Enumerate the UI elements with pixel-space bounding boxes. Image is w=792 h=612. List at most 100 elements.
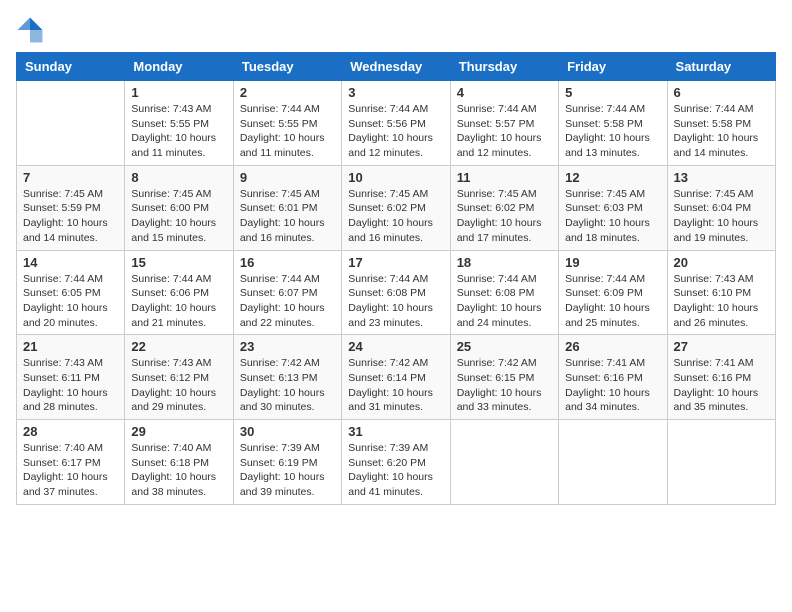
weekday-header: Wednesday xyxy=(342,53,450,81)
calendar-cell: 15 Sunrise: 7:44 AMSunset: 6:06 PMDayligh… xyxy=(125,250,233,335)
day-info: Sunrise: 7:44 AMSunset: 5:58 PMDaylight:… xyxy=(674,102,769,161)
calendar-cell: 29 Sunrise: 7:40 AMSunset: 6:18 PMDayligh… xyxy=(125,420,233,505)
day-info: Sunrise: 7:45 AMSunset: 6:04 PMDaylight:… xyxy=(674,187,769,246)
day-number: 10 xyxy=(348,170,443,185)
calendar-week-row: 1 Sunrise: 7:43 AMSunset: 5:55 PMDaylight… xyxy=(17,81,776,166)
calendar-cell: 18Sunrise: 7:44 AMSunset: 6:08 PMDayligh… xyxy=(450,250,558,335)
calendar-cell: 8 Sunrise: 7:45 AMSunset: 6:00 PMDaylight… xyxy=(125,165,233,250)
day-number: 3 xyxy=(348,85,443,100)
day-info: Sunrise: 7:44 AMSunset: 6:06 PMDaylight:… xyxy=(131,272,226,331)
calendar-week-row: 14 Sunrise: 7:44 AMSunset: 6:05 PMDayligh… xyxy=(17,250,776,335)
day-info: Sunrise: 7:44 AMSunset: 6:05 PMDaylight:… xyxy=(23,272,118,331)
day-info: Sunrise: 7:45 AMSunset: 6:03 PMDaylight:… xyxy=(565,187,660,246)
calendar-cell: 16Sunrise: 7:44 AMSunset: 6:07 PMDayligh… xyxy=(233,250,341,335)
day-number: 18 xyxy=(457,255,552,270)
day-number: 12 xyxy=(565,170,660,185)
calendar-cell: 28Sunrise: 7:40 AMSunset: 6:17 PMDayligh… xyxy=(17,420,125,505)
calendar-cell: 1 Sunrise: 7:43 AMSunset: 5:55 PMDaylight… xyxy=(125,81,233,166)
day-number: 8 xyxy=(131,170,226,185)
day-info: Sunrise: 7:44 AMSunset: 5:55 PMDaylight:… xyxy=(240,102,335,161)
calendar-cell: 6 Sunrise: 7:44 AMSunset: 5:58 PMDaylight… xyxy=(667,81,775,166)
day-number: 27 xyxy=(674,339,769,354)
day-info: Sunrise: 7:44 AMSunset: 5:56 PMDaylight:… xyxy=(348,102,443,161)
day-info: Sunrise: 7:44 AMSunset: 5:57 PMDaylight:… xyxy=(457,102,552,161)
weekday-header: Monday xyxy=(125,53,233,81)
day-number: 19 xyxy=(565,255,660,270)
day-number: 21 xyxy=(23,339,118,354)
day-info: Sunrise: 7:45 AMSunset: 5:59 PMDaylight:… xyxy=(23,187,118,246)
day-info: Sunrise: 7:40 AMSunset: 6:17 PMDaylight:… xyxy=(23,441,118,500)
day-number: 11 xyxy=(457,170,552,185)
calendar-cell: 22Sunrise: 7:43 AMSunset: 6:12 PMDayligh… xyxy=(125,335,233,420)
weekday-header: Saturday xyxy=(667,53,775,81)
day-number: 1 xyxy=(131,85,226,100)
calendar-week-row: 28Sunrise: 7:40 AMSunset: 6:17 PMDayligh… xyxy=(17,420,776,505)
weekday-header: Friday xyxy=(559,53,667,81)
day-number: 7 xyxy=(23,170,118,185)
day-number: 25 xyxy=(457,339,552,354)
day-number: 23 xyxy=(240,339,335,354)
day-number: 6 xyxy=(674,85,769,100)
calendar-cell: 21 Sunrise: 7:43 AMSunset: 6:11 PMDayligh… xyxy=(17,335,125,420)
day-number: 5 xyxy=(565,85,660,100)
day-info: Sunrise: 7:39 AMSunset: 6:19 PMDaylight:… xyxy=(240,441,335,500)
calendar-cell: 12 Sunrise: 7:45 AMSunset: 6:03 PMDayligh… xyxy=(559,165,667,250)
day-info: Sunrise: 7:45 AMSunset: 6:02 PMDaylight:… xyxy=(457,187,552,246)
weekday-header: Tuesday xyxy=(233,53,341,81)
day-info: Sunrise: 7:40 AMSunset: 6:18 PMDaylight:… xyxy=(131,441,226,500)
day-info: Sunrise: 7:43 AMSunset: 6:11 PMDaylight:… xyxy=(23,356,118,415)
day-number: 15 xyxy=(131,255,226,270)
day-info: Sunrise: 7:45 AMSunset: 6:00 PMDaylight:… xyxy=(131,187,226,246)
day-info: Sunrise: 7:42 AMSunset: 6:14 PMDaylight:… xyxy=(348,356,443,415)
day-number: 14 xyxy=(23,255,118,270)
calendar-cell: 14 Sunrise: 7:44 AMSunset: 6:05 PMDayligh… xyxy=(17,250,125,335)
calendar-cell xyxy=(17,81,125,166)
calendar-cell: 24 Sunrise: 7:42 AMSunset: 6:14 PMDayligh… xyxy=(342,335,450,420)
day-info: Sunrise: 7:42 AMSunset: 6:13 PMDaylight:… xyxy=(240,356,335,415)
page-header xyxy=(16,16,776,44)
day-info: Sunrise: 7:45 AMSunset: 6:01 PMDaylight:… xyxy=(240,187,335,246)
day-number: 30 xyxy=(240,424,335,439)
calendar-cell: 10Sunrise: 7:45 AMSunset: 6:02 PMDayligh… xyxy=(342,165,450,250)
calendar-table: SundayMondayTuesdayWednesdayThursdayFrid… xyxy=(16,52,776,505)
calendar-header-row: SundayMondayTuesdayWednesdayThursdayFrid… xyxy=(17,53,776,81)
day-info: Sunrise: 7:39 AMSunset: 6:20 PMDaylight:… xyxy=(348,441,443,500)
calendar-cell: 9 Sunrise: 7:45 AMSunset: 6:01 PMDaylight… xyxy=(233,165,341,250)
day-number: 22 xyxy=(131,339,226,354)
logo-icon xyxy=(16,16,44,44)
calendar-cell xyxy=(450,420,558,505)
day-info: Sunrise: 7:42 AMSunset: 6:15 PMDaylight:… xyxy=(457,356,552,415)
calendar-cell: 25 Sunrise: 7:42 AMSunset: 6:15 PMDayligh… xyxy=(450,335,558,420)
day-info: Sunrise: 7:41 AMSunset: 6:16 PMDaylight:… xyxy=(565,356,660,415)
day-number: 9 xyxy=(240,170,335,185)
day-number: 16 xyxy=(240,255,335,270)
calendar-cell: 7 Sunrise: 7:45 AMSunset: 5:59 PMDaylight… xyxy=(17,165,125,250)
day-number: 17 xyxy=(348,255,443,270)
day-number: 20 xyxy=(674,255,769,270)
calendar-week-row: 21 Sunrise: 7:43 AMSunset: 6:11 PMDayligh… xyxy=(17,335,776,420)
logo xyxy=(16,16,46,44)
calendar-cell: 26Sunrise: 7:41 AMSunset: 6:16 PMDayligh… xyxy=(559,335,667,420)
calendar-cell: 11 Sunrise: 7:45 AMSunset: 6:02 PMDayligh… xyxy=(450,165,558,250)
calendar-cell: 20 Sunrise: 7:43 AMSunset: 6:10 PMDayligh… xyxy=(667,250,775,335)
day-info: Sunrise: 7:43 AMSunset: 6:10 PMDaylight:… xyxy=(674,272,769,331)
calendar-cell: 5 Sunrise: 7:44 AMSunset: 5:58 PMDaylight… xyxy=(559,81,667,166)
calendar-cell: 13 Sunrise: 7:45 AMSunset: 6:04 PMDayligh… xyxy=(667,165,775,250)
calendar-cell: 19Sunrise: 7:44 AMSunset: 6:09 PMDayligh… xyxy=(559,250,667,335)
day-info: Sunrise: 7:43 AMSunset: 5:55 PMDaylight:… xyxy=(131,102,226,161)
day-info: Sunrise: 7:44 AMSunset: 5:58 PMDaylight:… xyxy=(565,102,660,161)
calendar-cell: 4Sunrise: 7:44 AMSunset: 5:57 PMDaylight… xyxy=(450,81,558,166)
calendar-cell xyxy=(559,420,667,505)
weekday-header: Sunday xyxy=(17,53,125,81)
day-number: 31 xyxy=(348,424,443,439)
day-number: 29 xyxy=(131,424,226,439)
calendar-cell: 2Sunrise: 7:44 AMSunset: 5:55 PMDaylight… xyxy=(233,81,341,166)
calendar-cell: 3 Sunrise: 7:44 AMSunset: 5:56 PMDaylight… xyxy=(342,81,450,166)
calendar-cell: 30 Sunrise: 7:39 AMSunset: 6:19 PMDayligh… xyxy=(233,420,341,505)
calendar-cell xyxy=(667,420,775,505)
day-number: 13 xyxy=(674,170,769,185)
calendar-week-row: 7 Sunrise: 7:45 AMSunset: 5:59 PMDaylight… xyxy=(17,165,776,250)
day-number: 24 xyxy=(348,339,443,354)
weekday-header: Thursday xyxy=(450,53,558,81)
calendar-cell: 31 Sunrise: 7:39 AMSunset: 6:20 PMDayligh… xyxy=(342,420,450,505)
